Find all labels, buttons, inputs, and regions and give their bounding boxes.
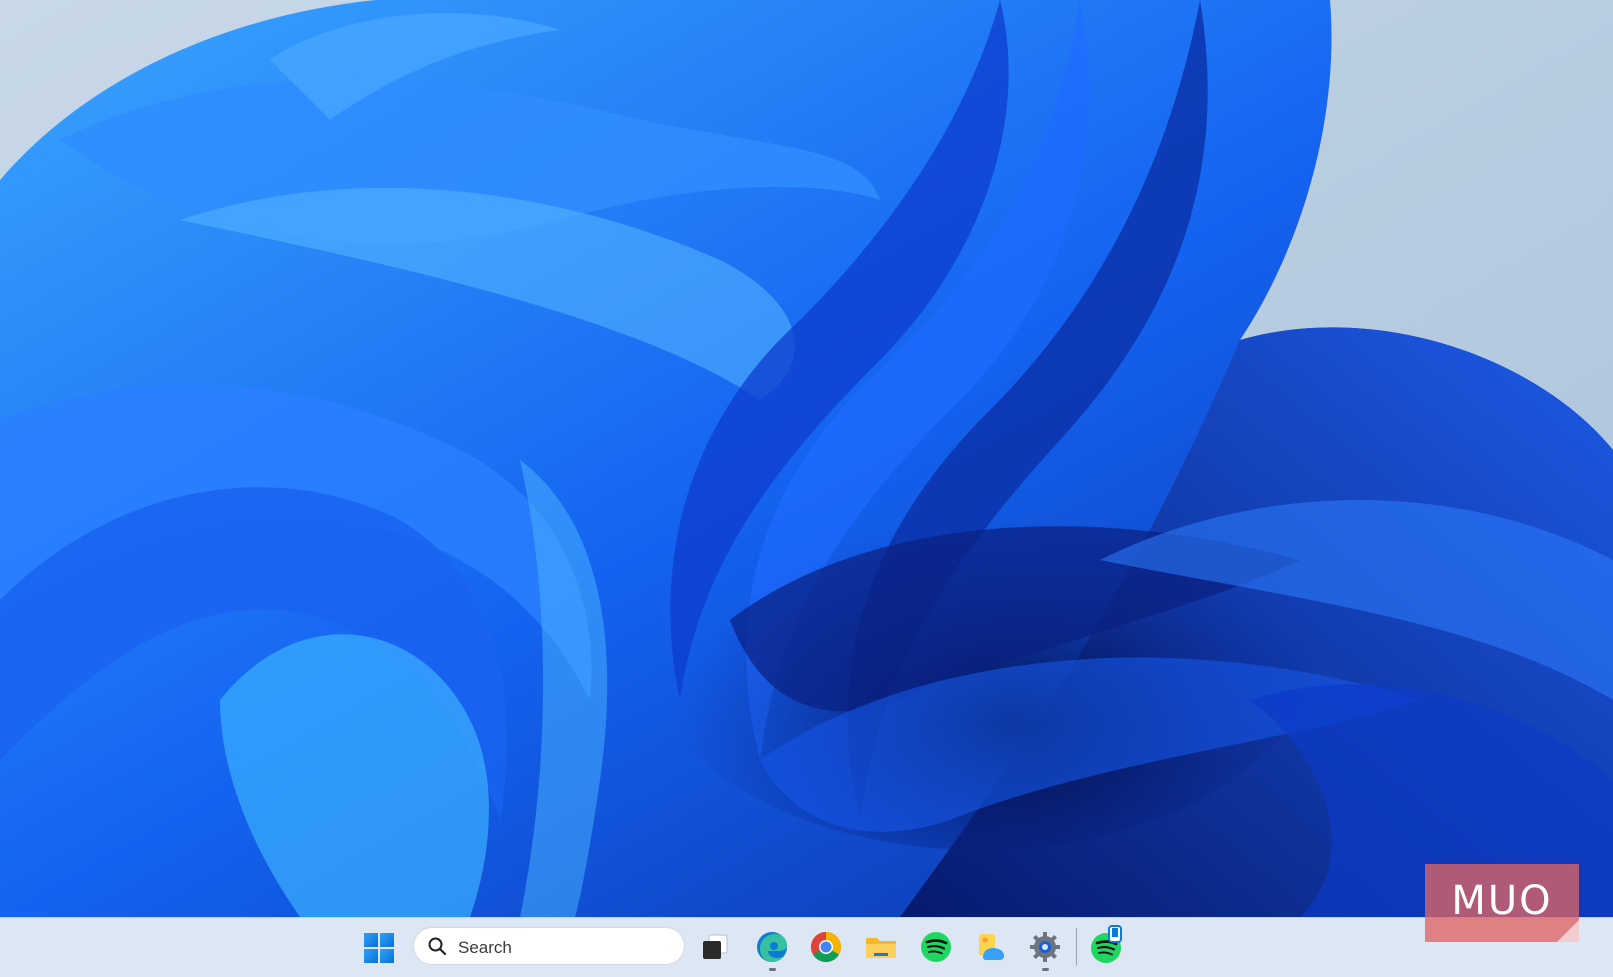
edge-icon[interactable] [754, 929, 790, 965]
watermark-corner [1557, 920, 1579, 942]
spotify-icon[interactable] [918, 929, 954, 965]
watermark-logo: MUO [1425, 864, 1579, 942]
phone-badge-icon [1108, 925, 1122, 943]
search-icon [428, 937, 446, 955]
running-indicator [1042, 968, 1049, 971]
folder-icon[interactable] [863, 929, 899, 965]
search-box[interactable]: Search [413, 927, 685, 965]
task-view-icon[interactable] [697, 929, 733, 965]
desktop-wallpaper [0, 0, 1613, 917]
running-indicator [769, 968, 776, 971]
photos-icon[interactable] [973, 929, 1009, 965]
windows-start-icon[interactable] [362, 931, 396, 965]
watermark-text: MUO [1451, 878, 1553, 924]
taskbar-separator [1076, 928, 1077, 966]
taskbar: Search [0, 917, 1613, 977]
wallpaper-bloom [0, 0, 1613, 917]
chrome-icon[interactable] [808, 929, 844, 965]
search-placeholder: Search [458, 938, 512, 957]
gear-icon[interactable] [1027, 929, 1063, 965]
